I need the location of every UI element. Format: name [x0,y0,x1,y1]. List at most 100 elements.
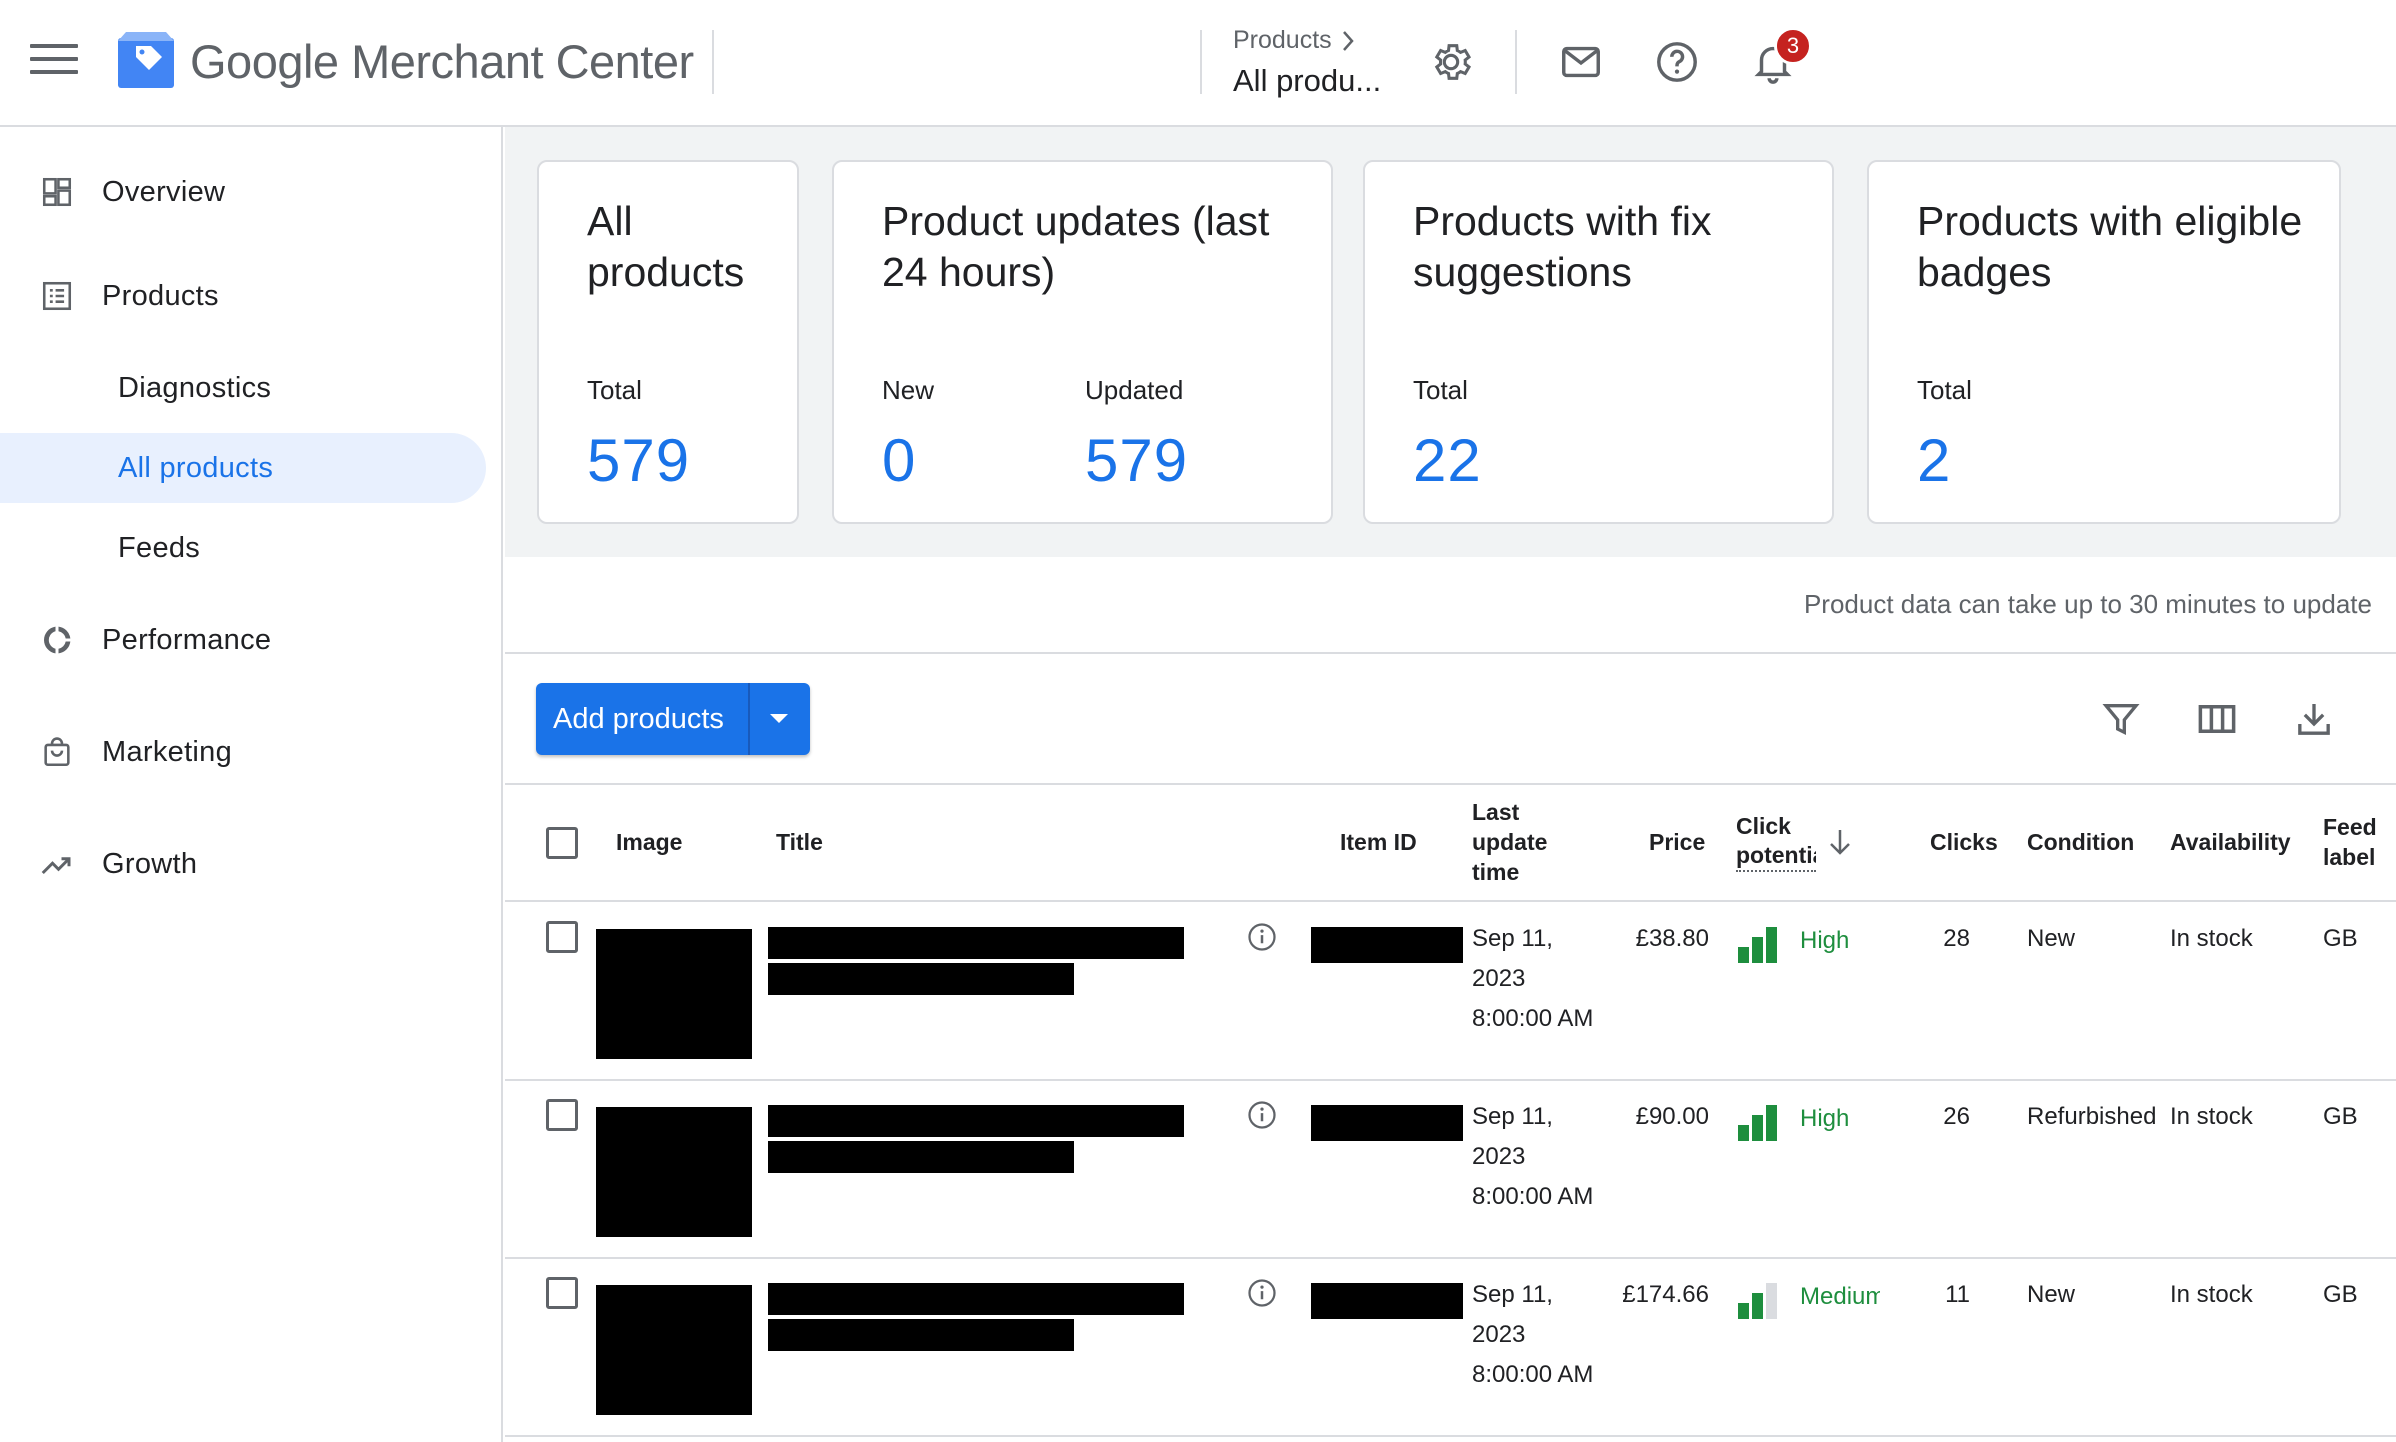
help-icon[interactable] [1651,36,1703,88]
metric-value[interactable]: 2 [1917,426,1972,495]
product-title-redacted [768,963,1074,995]
header-price[interactable]: Price [1649,827,1705,857]
sidebar-item-label: Growth [102,847,198,880]
card-fix-suggestions[interactable]: Products with fix suggestions Total 22 [1363,160,1834,524]
price: £38.80 [1635,925,1709,952]
breadcrumb-parent[interactable]: Products [1233,26,1383,55]
metric-label: Total [587,375,642,405]
merchant-center-logo[interactable] [118,32,174,88]
app-title[interactable]: Google Merchant Center [190,34,694,89]
card-title: All products [587,198,745,295]
summary-section: All products Total 579 Product updates (… [505,127,2396,557]
sort-arrow-down-icon[interactable] [1827,827,1853,857]
header-clicks[interactable]: Clicks [1930,827,1998,857]
notification-badge[interactable]: 3 [1774,27,1812,65]
sidebar-item-diagnostics[interactable]: Diagnostics [0,353,486,423]
metric: Total 2 [1917,375,1972,495]
product-title-redacted[interactable] [768,927,1184,959]
sidebar-item-performance[interactable]: Performance [0,605,486,675]
divider [505,783,2396,785]
metric: Total 579 [587,375,690,495]
header-last-update[interactable]: Last update time [1472,797,1572,887]
info-icon[interactable] [1247,922,1277,952]
product-title-redacted [768,1319,1074,1351]
sidebar-item-feeds[interactable]: Feeds [0,513,486,583]
donut-chart-icon [38,621,76,659]
list-icon [38,277,76,315]
metric-value[interactable]: 579 [587,426,690,495]
gear-icon[interactable] [1425,36,1477,88]
mail-icon[interactable] [1555,36,1607,88]
header-feed-label[interactable]: Feed label [2323,812,2383,872]
info-icon[interactable] [1247,1278,1277,1308]
add-products-button[interactable]: Add products [536,683,810,755]
header-title[interactable]: Title [776,827,823,857]
header-image: Image [616,829,683,855]
clicks: 11 [1945,1281,1970,1308]
divider [505,900,2396,902]
sidebar: Overview Products Diagnostics All produc… [0,127,503,1442]
metric-label: New [882,375,935,405]
item-id-redacted [1311,927,1463,963]
divider [505,652,2396,654]
card-product-updates[interactable]: Product updates (last 24 hours) New 0 Up… [832,160,1333,524]
item-id-redacted [1311,1283,1463,1319]
shopping-bag-icon [38,733,76,771]
sidebar-item-marketing[interactable]: Marketing [0,717,486,787]
columns-icon[interactable] [2190,692,2244,746]
product-image [596,1285,752,1415]
condition: Refurbished [2027,1103,2157,1130]
availability: In stock [2170,1281,2253,1308]
availability: In stock [2170,1103,2253,1130]
product-image [596,929,752,1059]
sidebar-item-growth[interactable]: Growth [0,829,486,899]
row-checkbox[interactable] [546,1277,578,1309]
sidebar-item-all-products[interactable]: All products [0,433,486,503]
condition: New [2027,1281,2076,1308]
info-icon[interactable] [1247,1100,1277,1130]
row-checkbox[interactable] [546,1099,578,1131]
header-item-id[interactable]: Item ID [1340,827,1417,857]
last-update-time: 8:00:00 AM [1472,1005,1594,1032]
sidebar-item-label: All products [118,451,274,484]
metric-value[interactable]: 0 [882,426,934,495]
last-update-time: 8:00:00 AM [1472,1361,1594,1388]
chevron-right-icon [1342,30,1354,51]
price: £90.00 [1635,1103,1709,1130]
price: £174.66 [1622,1281,1709,1308]
sidebar-item-label: Feeds [118,531,201,564]
metric-value[interactable]: 22 [1413,426,1482,495]
last-update-date: Sep 11, [1472,1103,1553,1130]
feed-label: GB [2323,1103,2358,1130]
main-content: All products Total 579 Product updates (… [505,127,2396,1442]
download-icon[interactable] [2287,692,2341,746]
menu-icon[interactable] [30,44,78,82]
select-all-checkbox[interactable] [546,827,578,859]
clicks: 28 [1943,925,1970,952]
product-title-redacted[interactable] [768,1283,1184,1315]
divider [505,1079,2396,1081]
card-all-products[interactable]: All products Total 579 [537,160,799,524]
dropdown-arrow-icon[interactable] [750,683,808,755]
product-title-redacted[interactable] [768,1105,1184,1137]
update-notice: Product data can take up to 30 minutes t… [1803,589,2372,619]
condition: New [2027,925,2076,952]
card-eligible-badges[interactable]: Products with eligible badges Total 2 [1867,160,2341,524]
feed-label: GB [2323,925,2358,952]
header-condition[interactable]: Condition [2027,827,2134,857]
sidebar-item-products[interactable]: Products [0,261,486,331]
header-click-potential[interactable]: Click potential [1736,812,1816,872]
metric: Total 22 [1413,375,1482,495]
row-checkbox[interactable] [546,921,578,953]
trending-up-icon [38,845,76,883]
filter-icon[interactable] [2094,692,2148,746]
last-update-date: Sep 11, [1472,925,1553,952]
breadcrumb-parent-label[interactable]: Products [1233,26,1332,55]
metric-label: Total [1413,375,1468,405]
click-potential-label: High [1800,927,1850,954]
metric-value[interactable]: 579 [1085,426,1188,495]
last-update-date: Sep 11, [1472,1281,1553,1308]
header-availability[interactable]: Availability [2170,827,2291,857]
divider [1200,30,1202,94]
sidebar-item-overview[interactable]: Overview [0,157,486,227]
